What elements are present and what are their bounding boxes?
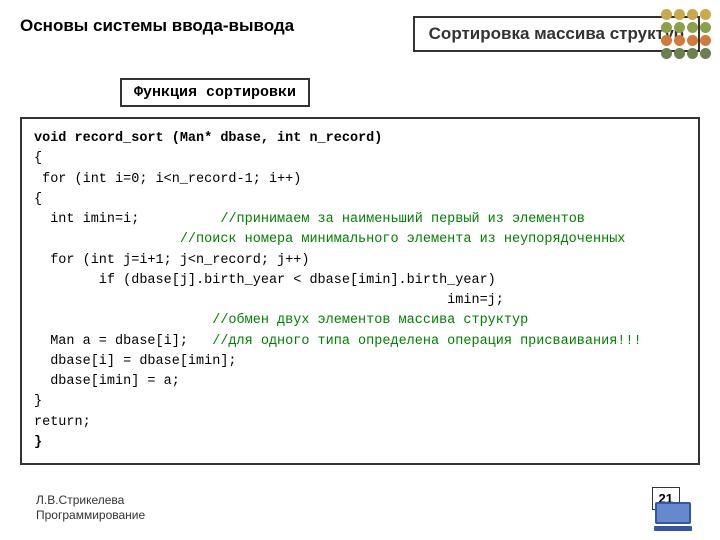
slide-header: Основы системы ввода-вывода Сортировка м…: [0, 0, 720, 60]
slide-footer: Л.В.Стрикелева Программирование: [36, 493, 145, 524]
section-subtitle: Функция сортировки: [120, 78, 310, 107]
decorative-dots: [660, 8, 712, 60]
slide-title: Сортировка массива структур: [413, 16, 700, 52]
computer-icon: [654, 502, 692, 530]
author-name: Л.В.Стрикелева: [36, 493, 145, 509]
breadcrumb: Основы системы ввода-вывода: [20, 16, 413, 36]
course-name: Программирование: [36, 508, 145, 524]
code-keyword: void: [34, 131, 66, 146]
code-block: void record_sort (Man* dbase, int n_reco…: [20, 117, 700, 465]
dot: [661, 9, 672, 20]
code-comment: //принимаем за наименьший первый из элем…: [220, 212, 585, 227]
